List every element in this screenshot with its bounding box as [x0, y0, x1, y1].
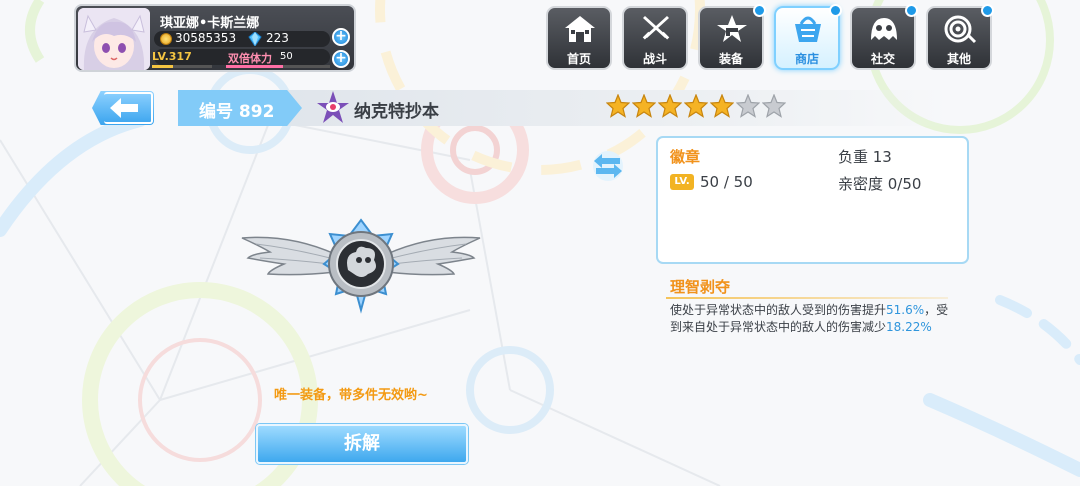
crossed-swords-icon: [642, 16, 670, 40]
nav-label-shop: 商店: [794, 52, 819, 66]
nav-home-button[interactable]: 首页: [546, 6, 612, 70]
equipment-category: 徽章: [670, 148, 701, 166]
star-filled-icon: [658, 94, 682, 118]
stamina-value: 50: [280, 51, 293, 62]
notification-dot: [905, 4, 918, 17]
equipment-weight: 负重 13: [838, 148, 892, 166]
nav-equipment-button[interactable]: 装备: [698, 4, 766, 70]
player-card[interactable]: 琪亚娜•卡斯兰娜 30585353 223 LV.317 双倍体力 50 + +: [74, 4, 356, 72]
stamina-label: 双倍体力: [228, 52, 272, 65]
avatar[interactable]: [78, 8, 150, 70]
star-empty-icon: [736, 94, 760, 118]
crystal-amount: 223: [266, 31, 289, 45]
add-stamina-button[interactable]: +: [332, 50, 350, 68]
item-number: 编号 892: [199, 102, 275, 122]
star-filled-icon: [606, 94, 630, 118]
nav-label-battle: 战斗: [642, 52, 667, 66]
stamina-bar: [226, 65, 330, 68]
nav-label-social: 社交: [870, 52, 895, 66]
level-chip: LV.: [670, 174, 694, 190]
skill-desc-text-1: 使处于异常状态中的敌人受到的伤害提升: [670, 303, 887, 317]
equipment-intimacy: 亲密度 0/50: [838, 175, 922, 193]
star-filled-icon: [710, 94, 734, 118]
winged-badge-image: [241, 218, 481, 314]
skill-value-damage-reduction: 18.22%: [886, 320, 932, 334]
player-name: 琪亚娜•卡斯兰娜: [160, 16, 260, 31]
skill-divider: [666, 297, 948, 299]
star-empty-icon: [762, 94, 786, 118]
item-name: 纳克特抄本: [354, 102, 439, 122]
skill-value-damage-increase: 51.6%: [886, 303, 925, 317]
house-icon: [565, 16, 595, 42]
back-button[interactable]: [92, 91, 154, 125]
crystal-icon: [248, 32, 262, 46]
nav-label-other: 其他: [946, 52, 971, 66]
nav-social-button[interactable]: 社交: [850, 4, 918, 70]
notification-dot: [829, 4, 842, 17]
shopping-basket-icon: [795, 16, 821, 42]
equipment-level: 50 / 50: [700, 173, 753, 191]
nav-battle-button[interactable]: 战斗: [622, 6, 688, 70]
equipment-info-panel: [656, 136, 969, 264]
star-filled-icon: [632, 94, 656, 118]
notification-dot: [753, 4, 766, 17]
nav-label-home: 首页: [566, 52, 591, 66]
exp-bar: [152, 65, 212, 68]
eye-star-icon: [317, 91, 349, 123]
gold-coin-icon: [160, 33, 172, 45]
skill-name: 理智剥夺: [670, 278, 731, 296]
nav-other-button[interactable]: 其他: [926, 4, 994, 70]
nav-shop-button[interactable]: 商店: [774, 4, 842, 70]
skill-description: 使处于异常状态中的敌人受到的伤害提升51.6%，受到来自处于异常状态中的敌人的伤…: [670, 302, 952, 336]
gold-amount: 30585353: [175, 31, 237, 45]
nav-label-equipment: 装备: [718, 52, 743, 66]
swap-arrows-icon[interactable]: [588, 150, 628, 182]
arrow-left-icon: [110, 98, 138, 118]
ghost-face-icon: [871, 18, 897, 40]
star-gun-icon: [717, 15, 747, 42]
spiral-icon: [944, 15, 977, 44]
notification-dot: [981, 4, 994, 17]
add-crystal-button[interactable]: +: [332, 28, 350, 46]
unique-equipment-note: 唯一装备，带多件无效哟~: [274, 388, 428, 403]
player-level: LV.317: [152, 50, 192, 63]
star-filled-icon: [684, 94, 708, 118]
dismantle-button[interactable]: 拆解: [256, 424, 468, 464]
